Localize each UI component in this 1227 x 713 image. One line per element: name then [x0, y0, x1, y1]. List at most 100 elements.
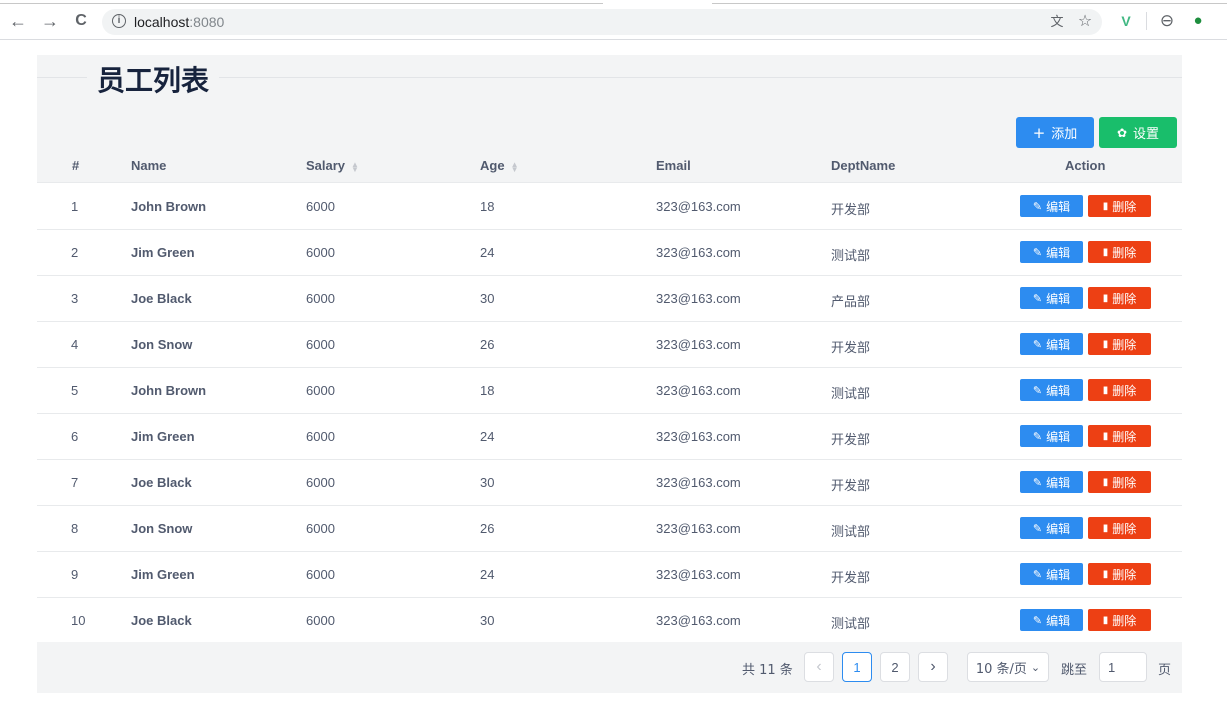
edit-button[interactable]: ✎ 编辑	[1020, 471, 1083, 493]
info-icon[interactable]: i	[112, 14, 126, 28]
cell-email: 323@163.com	[656, 199, 741, 214]
trash-icon: ▮	[1102, 568, 1109, 580]
cell-email: 323@163.com	[656, 521, 741, 536]
table-row: 4 Jon Snow 6000 26 323@163.com 开发部 ✎ 编辑 ▮ 删除	[37, 322, 1182, 368]
vue-devtools-icon[interactable]: V	[1117, 12, 1135, 30]
edit-button[interactable]: ✎ 编辑	[1020, 609, 1083, 631]
delete-button-label: 删除	[1112, 521, 1137, 536]
sort-icon[interactable]: ▲ ▼	[351, 160, 359, 173]
edit-button[interactable]: ✎ 编辑	[1020, 425, 1083, 447]
page-title: 员工列表	[87, 59, 220, 99]
edit-button[interactable]: ✎ 编辑	[1020, 195, 1083, 217]
page-1-button[interactable]: 1	[842, 652, 872, 682]
edit-icon: ✎	[1032, 199, 1043, 213]
settings-button[interactable]: ✿ 设置	[1099, 117, 1177, 148]
next-page-button[interactable]: ›	[918, 652, 948, 682]
address-bar[interactable]: i localhost:8080 文 ☆	[102, 9, 1102, 35]
url-text[interactable]: localhost:8080	[134, 14, 224, 30]
cell-index: 1	[71, 199, 79, 214]
cell-age: 24	[480, 245, 495, 260]
cell-age: 26	[480, 337, 495, 352]
delete-button-label: 删除	[1112, 291, 1137, 306]
delete-button[interactable]: ▮ 删除	[1088, 379, 1151, 401]
trash-icon: ▮	[1102, 476, 1109, 488]
delete-button-label: 删除	[1112, 383, 1137, 398]
forward-icon[interactable]: →	[40, 11, 60, 31]
edit-button-label: 编辑	[1046, 245, 1071, 260]
tab-strip-line-left	[0, 3, 603, 4]
trash-icon: ▮	[1102, 200, 1109, 212]
cell-email: 323@163.com	[656, 383, 741, 398]
cell-index: 4	[71, 337, 79, 352]
cell-email: 323@163.com	[656, 475, 741, 490]
delete-button[interactable]: ▮ 删除	[1088, 241, 1151, 263]
edit-button[interactable]: ✎ 编辑	[1020, 241, 1083, 263]
browser-toolbar: ← → C i localhost:8080 文 ☆ V ⊖ ●	[0, 0, 1227, 40]
cell-dept: 测试部	[831, 249, 871, 264]
delete-button[interactable]: ▮ 删除	[1088, 333, 1151, 355]
table-row: 7 Joe Black 6000 30 323@163.com 开发部 ✎ 编辑 ▮ 删除	[37, 460, 1182, 506]
edit-button[interactable]: ✎ 编辑	[1020, 287, 1083, 309]
sort-icon[interactable]: ▲ ▼	[511, 160, 519, 173]
cell-email: 323@163.com	[656, 567, 741, 582]
add-button[interactable]: + 添加	[1016, 117, 1094, 148]
table-row: 5 John Brown 6000 18 323@163.com 测试部 ✎ 编辑 ▮ 删除	[37, 368, 1182, 414]
cell-index: 9	[71, 567, 79, 582]
edit-button[interactable]: ✎ 编辑	[1020, 517, 1083, 539]
chevron-left-icon: ‹	[816, 658, 822, 675]
translate-icon[interactable]: 文	[1049, 14, 1065, 30]
edit-button[interactable]: ✎ 编辑	[1020, 379, 1083, 401]
account-icon[interactable]: ⊖	[1158, 12, 1176, 30]
page-2-button[interactable]: 2	[880, 652, 910, 682]
page-size-value: 10 条/页	[975, 661, 1027, 677]
cell-email: 323@163.com	[656, 337, 741, 352]
edit-button[interactable]: ✎ 编辑	[1020, 563, 1083, 585]
star-icon[interactable]: ☆	[1077, 14, 1093, 30]
table-row: 6 Jim Green 6000 24 323@163.com 开发部 ✎ 编辑 ▮ 删除	[37, 414, 1182, 460]
cell-name: Joe Black	[131, 291, 192, 306]
edit-icon: ✎	[1032, 291, 1043, 305]
edit-button[interactable]: ✎ 编辑	[1020, 333, 1083, 355]
delete-button[interactable]: ▮ 删除	[1088, 195, 1151, 217]
delete-button[interactable]: ▮ 删除	[1088, 563, 1151, 585]
sort-down-icon[interactable]: ▼	[351, 165, 359, 173]
delete-button[interactable]: ▮ 删除	[1088, 287, 1151, 309]
delete-button-label: 删除	[1112, 613, 1137, 628]
header-age-label: Age	[480, 158, 505, 173]
delete-button-label: 删除	[1112, 475, 1137, 490]
delete-button[interactable]: ▮ 删除	[1088, 425, 1151, 447]
chevron-right-icon: ›	[930, 658, 936, 675]
cell-salary: 6000	[306, 613, 335, 628]
delete-button[interactable]: ▮ 删除	[1088, 471, 1151, 493]
settings-button-label: 设置	[1133, 127, 1160, 142]
cell-salary: 6000	[306, 291, 335, 306]
delete-button[interactable]: ▮ 删除	[1088, 517, 1151, 539]
prev-page-button[interactable]: ‹	[804, 652, 834, 682]
header-salary[interactable]: Salary ▲ ▼	[306, 158, 359, 173]
cell-age: 26	[480, 521, 495, 536]
header-dept: DeptName	[831, 158, 896, 173]
extension-icon[interactable]: ●	[1189, 12, 1207, 30]
delete-button-label: 删除	[1112, 567, 1137, 582]
add-button-label: 添加	[1051, 127, 1078, 142]
sort-down-icon[interactable]: ▼	[511, 165, 519, 173]
reload-icon[interactable]: C	[71, 11, 91, 31]
page-size-select[interactable]: 10 条/页 ⌄	[967, 652, 1049, 682]
edit-button-label: 编辑	[1046, 337, 1071, 352]
delete-button[interactable]: ▮ 删除	[1088, 609, 1151, 631]
edit-button-label: 编辑	[1046, 567, 1071, 582]
cell-age: 24	[480, 567, 495, 582]
cell-name: John Brown	[131, 199, 207, 214]
jump-page-input[interactable]	[1099, 652, 1147, 682]
page-suffix: 页	[1158, 663, 1172, 678]
pagination-bar: 共 11 条 ‹ 1 2 › 10 条/页 ⌄ 跳至 页	[37, 642, 1182, 693]
tab-strip-line-right	[712, 3, 1227, 4]
tab-strip-edge	[0, 0, 1227, 4]
header-name: Name	[131, 158, 167, 173]
header-age[interactable]: Age ▲ ▼	[480, 158, 518, 173]
trash-icon: ▮	[1102, 384, 1109, 396]
jump-label: 跳至	[1061, 663, 1088, 678]
cell-name: Jon Snow	[131, 521, 193, 536]
gear-icon: ✿	[1116, 125, 1128, 140]
back-icon[interactable]: ←	[8, 11, 28, 31]
